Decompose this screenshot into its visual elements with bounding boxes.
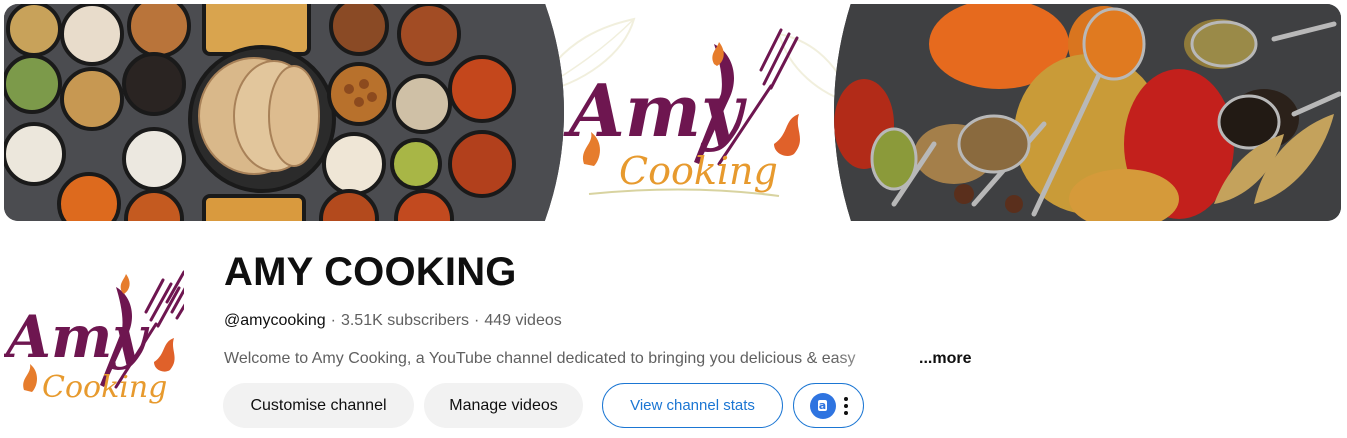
customise-channel-button[interactable]: Customise channel (223, 383, 414, 428)
video-count: 449 videos (484, 312, 562, 329)
logo-word-cooking: Cooking (619, 149, 778, 193)
extension-icon-text: a (817, 399, 828, 412)
description-text: Welcome to Amy Cooking, a YouTube channe… (224, 350, 856, 367)
extension-menu-button[interactable]: a (793, 383, 864, 428)
channel-title: AMY COOKING (224, 250, 517, 294)
extension-icon: a (809, 392, 836, 419)
channel-avatar[interactable]: Amy Cooking (4, 262, 184, 422)
food-platter-image (4, 4, 564, 221)
channel-handle: @amycooking (224, 312, 326, 329)
channel-description[interactable]: Welcome to Amy Cooking, a YouTube channe… (224, 350, 924, 368)
manage-videos-button[interactable]: Manage videos (424, 383, 583, 428)
channel-meta: @amycooking · 3.51K subscribers · 449 videos (224, 312, 562, 330)
view-channel-stats-button[interactable]: View channel stats (602, 383, 783, 428)
more-options-icon[interactable] (843, 396, 848, 415)
separator-dot: · (474, 312, 480, 329)
svg-text:Cooking: Cooking (42, 370, 167, 405)
spices-image (834, 4, 1341, 221)
amy-cooking-banner-logo: Amy Cooking (563, 28, 800, 197)
subscriber-count: 3.51K subscribers (340, 312, 470, 329)
channel-banner: Amy Cooking (4, 4, 1341, 221)
svg-text:Amy: Amy (4, 303, 150, 371)
separator-dot: · (330, 312, 336, 329)
more-link[interactable]: ...more (919, 350, 971, 368)
